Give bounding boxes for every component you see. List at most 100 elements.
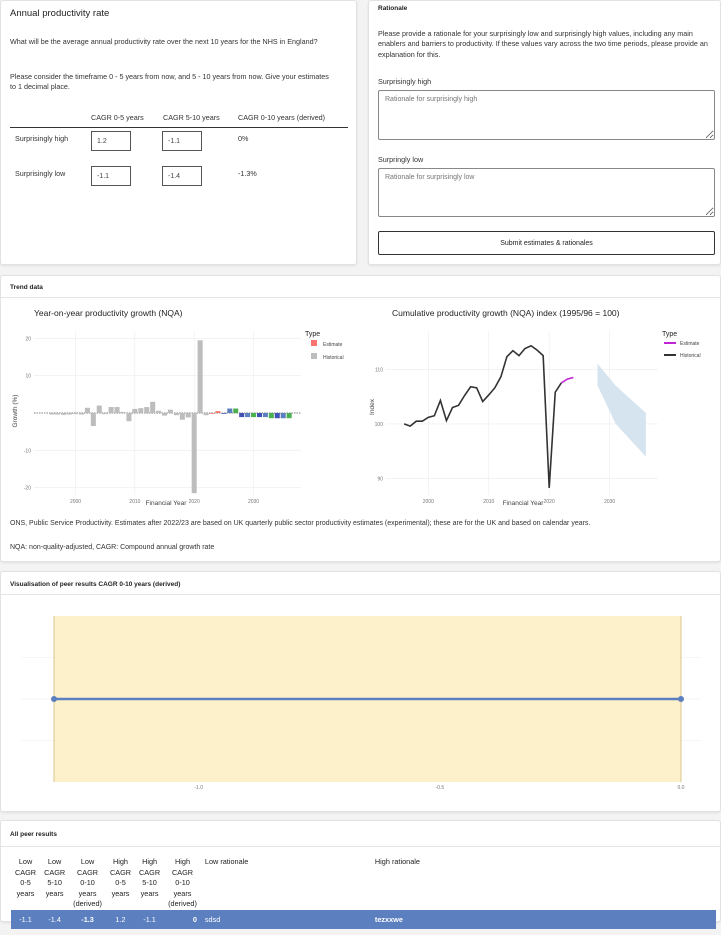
growth-bar-historical [78, 413, 84, 415]
high-cagr-5-10-input[interactable] [162, 131, 202, 151]
question-text: What will be the average annual producti… [10, 37, 318, 46]
peer-header-high-0-10[interactable]: High CAGR 0-10 years (derived) [164, 857, 201, 910]
growth-bar-estimate [239, 413, 245, 418]
submit-button[interactable]: Submit estimates & rationales [378, 231, 715, 255]
index-chart: Cumulative productivity growth (NQA) ind… [369, 308, 701, 507]
peer-cell-high-rationale: tezxxwe [374, 914, 403, 924]
high-cagr-0-10-derived: 0% [238, 134, 249, 143]
question-title: Annual productivity rate [10, 8, 110, 19]
growth-bar-historical [61, 413, 67, 415]
peer-cell-high-0-5: 1.2 [115, 914, 126, 924]
peer-header-low-rationale[interactable]: Low rationale [201, 857, 371, 910]
growth-ytick-label: -20 [24, 486, 31, 492]
index-chart-xlabel: Financial Year [503, 500, 545, 507]
growth-ytick-label: 10 [25, 374, 31, 380]
peer-xtick-label: 0.0 [678, 785, 685, 791]
growth-bar-estimate [251, 413, 257, 418]
growth-bar-historical [126, 413, 132, 422]
high-cagr-0-5-input[interactable] [91, 131, 131, 151]
table-row[interactable]: -1.1 -1.4 -1.3 1.2 -1.1 0 sdsd tezxxwe [11, 909, 716, 929]
low-cagr-0-10-derived: -1.3% [238, 169, 257, 178]
low-rationale-textarea[interactable] [378, 168, 715, 217]
peer-range-point [51, 696, 57, 702]
peer-header-high-5-10[interactable]: High CAGR 5-10 years [135, 857, 164, 910]
growth-bar-estimate [209, 413, 215, 414]
growth-legend-estimate: Estimate [323, 342, 343, 348]
growth-bar-historical [203, 413, 209, 416]
growth-bar-historical [73, 413, 79, 415]
index-xtick-label: 2000 [423, 499, 434, 505]
low-cagr-0-5-input[interactable] [91, 166, 131, 186]
growth-bar-historical [197, 340, 203, 413]
growth-legend-historical: Historical [323, 355, 344, 361]
peer-results-card: All peer results Low CAGR 0-5 years Low … [0, 820, 721, 929]
peer-header-low-0-5[interactable]: Low CAGR 0-5 years [11, 857, 40, 910]
growth-chart-title: Year-on-year productivity growth (NQA) [34, 308, 183, 318]
index-ribbon [597, 363, 646, 457]
index-chart-ylabel: Index [369, 398, 376, 415]
growth-chart: Year-on-year productivity growth (NQA) G… [12, 308, 344, 507]
peer-header-high-rationale[interactable]: High rationale [371, 857, 716, 910]
peer-results-title: All peer results [10, 831, 57, 838]
peer-cell-low-0-10: -1.3 [81, 914, 94, 924]
trend-footnote-abbrev: NQA: non-quality-adjusted, CAGR: Compoun… [10, 544, 215, 551]
peer-chart-marks: -1.0 -0.5 0.0 [21, 616, 701, 791]
growth-bar-historical [173, 413, 179, 416]
low-cagr-5-10-input[interactable] [162, 166, 202, 186]
growth-bar-historical [49, 413, 55, 415]
peer-xtick-label: -0.5 [436, 785, 445, 791]
growth-bar-historical [179, 413, 185, 420]
peer-results-divider [1, 846, 721, 847]
index-ytick-label: 110 [375, 367, 383, 373]
index-chart-title: Cumulative productivity growth (NQA) ind… [392, 308, 620, 318]
peer-header-low-5-10[interactable]: Low CAGR 5-10 years [40, 857, 69, 910]
growth-bar-estimate [227, 408, 233, 413]
growth-bar-historical [185, 413, 191, 418]
growth-bar-estimate [233, 408, 239, 413]
growth-bar-estimate [274, 413, 280, 419]
peer-chart: -1.0 -0.5 0.0 [21, 616, 701, 791]
peer-cell-low-5-10: -1.4 [48, 914, 61, 924]
table-divider [10, 127, 348, 128]
growth-bar-estimate [268, 413, 274, 419]
growth-bar-estimate [286, 413, 292, 419]
growth-bar-historical [138, 408, 144, 413]
rationale-card: Rationale Please provide a rationale for… [368, 0, 721, 265]
growth-bar-estimate [221, 413, 227, 414]
rationale-text: Please provide a rationale for your surp… [378, 29, 708, 59]
peer-xtick-label: -1.0 [194, 785, 203, 791]
growth-bar-estimate [280, 413, 286, 419]
growth-legend-historical-key [311, 353, 317, 359]
growth-ytick-label: -10 [24, 448, 31, 454]
growth-chart-xlabel: Financial Year [146, 500, 188, 507]
column-header-cagr-5-10: CAGR 5-10 years [163, 113, 220, 122]
growth-bar-historical [144, 407, 150, 413]
growth-bar-historical [156, 410, 162, 413]
growth-bar-historical [67, 413, 73, 415]
growth-xtick-label: 2010 [129, 499, 140, 505]
peer-header-low-0-10[interactable]: Low CAGR 0-10 years (derived) [69, 857, 106, 910]
low-rationale-label: Surpringly low [378, 155, 424, 164]
growth-bar-historical [132, 408, 138, 413]
peer-header-high-0-5[interactable]: High CAGR 0-5 years [106, 857, 135, 910]
high-rationale-label: Surprisingly high [378, 77, 432, 86]
index-legend-estimate: Estimate [680, 341, 700, 347]
question-card: Annual productivity rate What will be th… [0, 0, 357, 265]
growth-bar-historical [191, 413, 197, 494]
growth-bar-historical [84, 407, 90, 413]
index-xtick-label: 2010 [483, 499, 494, 505]
column-header-cagr-0-10: CAGR 0-10 years (derived) [238, 113, 326, 122]
index-line-estimate [560, 376, 574, 384]
index-line-historical [403, 344, 562, 488]
peer-cell-high-5-10: -1.1 [143, 914, 156, 924]
peer-cell-low-0-5: -1.1 [19, 914, 32, 924]
growth-xtick-label: 2000 [70, 499, 81, 505]
index-xtick-label: 2020 [544, 499, 555, 505]
high-rationale-textarea[interactable] [378, 90, 715, 140]
growth-bar-historical [150, 401, 156, 413]
trend-card: Trend data Year-on-year productivity gro… [0, 275, 721, 562]
peer-visualisation-title: Visualisation of peer results CAGR 0-10 … [10, 581, 181, 588]
growth-bar-historical [90, 413, 96, 427]
peer-results-table: Low CAGR 0-5 years Low CAGR 5-10 years L… [11, 857, 716, 929]
rationale-title: Rationale [378, 5, 408, 12]
